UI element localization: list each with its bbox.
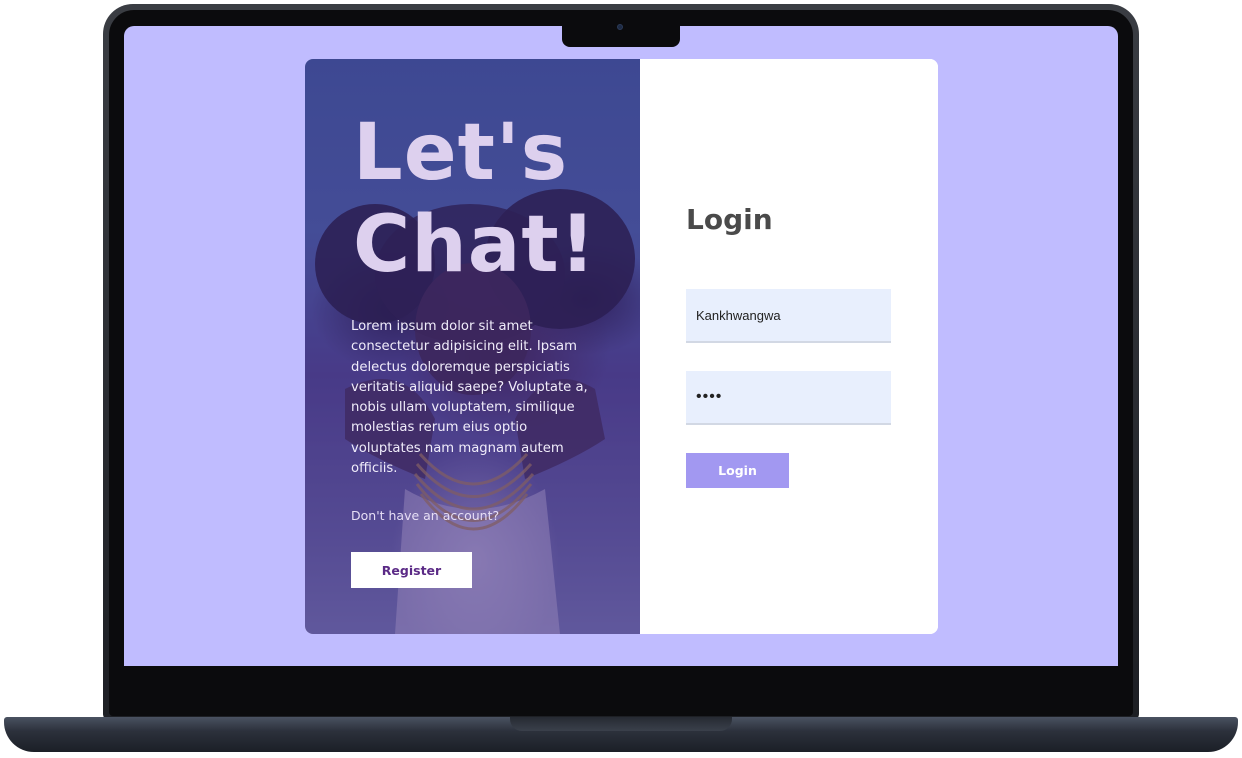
hero-title: Let's Chat!	[353, 107, 633, 291]
hero-panel: Let's Chat! Lorem ipsum dolor sit amet c…	[305, 59, 640, 634]
login-title: Login	[686, 203, 773, 236]
camera-icon	[617, 24, 623, 30]
password-field[interactable]	[686, 371, 891, 425]
login-form: Login Login	[640, 59, 938, 634]
register-button[interactable]: Register	[351, 552, 472, 588]
laptop-base-notch	[510, 717, 732, 731]
hero-content: Let's Chat! Lorem ipsum dolor sit amet c…	[305, 59, 640, 634]
hero-description: Lorem ipsum dolor sit amet consectetur a…	[351, 319, 588, 477]
login-button[interactable]: Login	[686, 453, 789, 488]
hero-title-line2: Chat!	[353, 200, 597, 290]
login-card: Let's Chat! Lorem ipsum dolor sit amet c…	[305, 59, 938, 634]
account-question: Don't have an account?	[351, 508, 500, 523]
hero-title-line1: Let's	[353, 108, 569, 198]
username-field[interactable]	[686, 289, 891, 343]
